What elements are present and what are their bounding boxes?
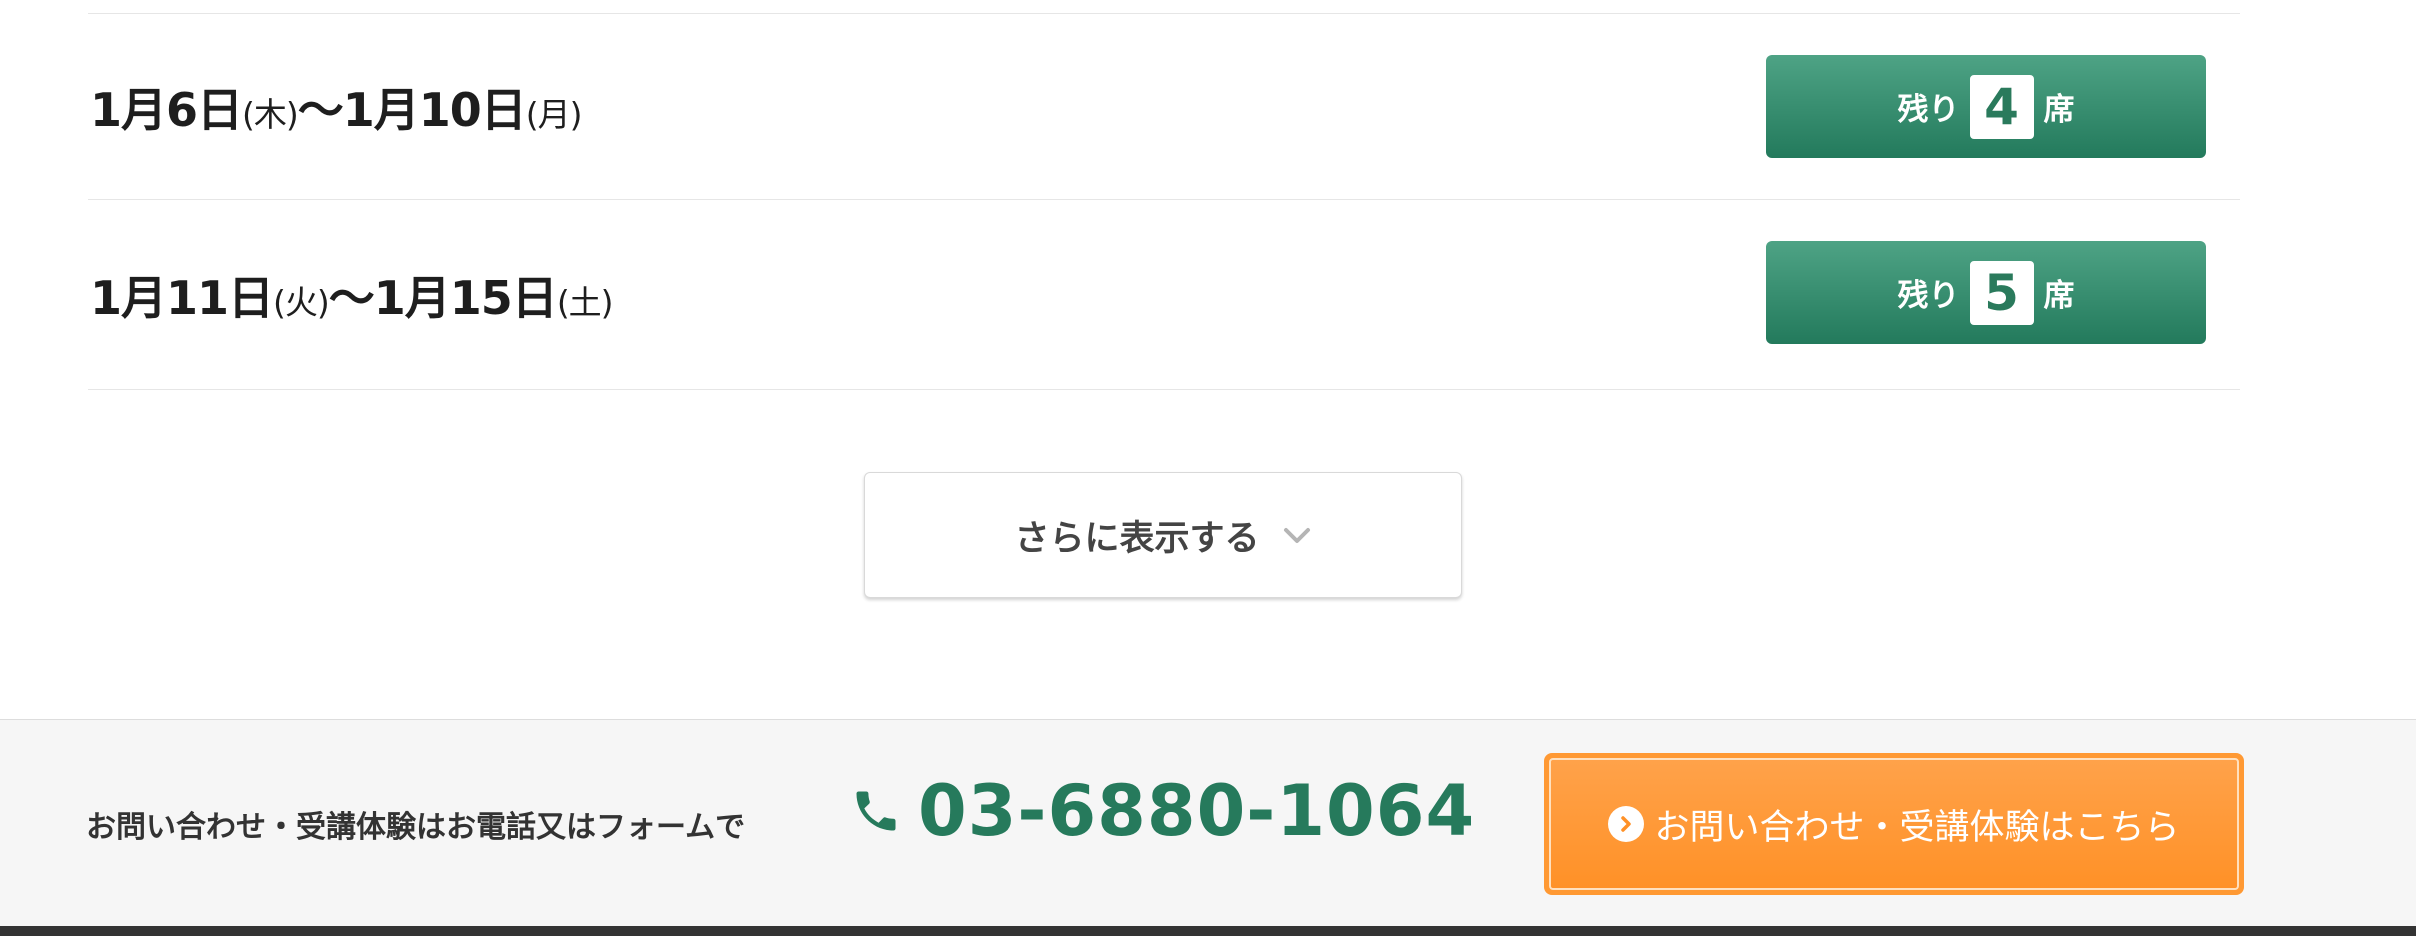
contact-form-label: お問い合わせ・受講体験はこちら [1654, 807, 2180, 848]
day-of-week-start: (木) [242, 94, 299, 134]
schedule-list: 1月6日(木)〜1月10日(月) 残り 4 席 1月11日(火)〜1月15日(土… [88, 0, 2240, 390]
day-of-week-end: (月) [525, 94, 583, 134]
day-of-week-end: (土) [556, 282, 614, 322]
day-of-week-start: (火) [273, 282, 330, 322]
top-divider [88, 0, 2240, 14]
schedule-date: 1月11日(火)〜1月15日(土) [90, 262, 614, 328]
contact-form-button[interactable]: お問い合わせ・受講体験はこちら [1544, 753, 2244, 895]
schedule-row: 1月6日(木)〜1月10日(月) 残り 4 席 [88, 14, 2240, 200]
contact-footer: お問い合わせ・受講体験はお電話又はフォームで 03-6880-1064 お問い合… [0, 719, 2416, 926]
contact-form-button-inner: お問い合わせ・受講体験はこちら [1549, 758, 2239, 890]
date-separator: 〜 [297, 82, 344, 137]
date-start: 1月6日 [90, 82, 243, 137]
remaining-seats-button[interactable]: 残り 5 席 [1766, 241, 2206, 344]
date-end: 1月10日 [342, 82, 527, 137]
chevron-right-circle-icon [1608, 806, 1645, 842]
chevron-down-icon [1283, 528, 1310, 543]
date-end: 1月15日 [373, 270, 558, 325]
schedule-date: 1月6日(木)〜1月10日(月) [90, 74, 583, 140]
remaining-seats-button[interactable]: 残り 4 席 [1766, 55, 2206, 158]
show-more-button[interactable]: さらに表示する [864, 472, 1462, 598]
remaining-count: 5 [1969, 260, 2034, 325]
contact-text: お問い合わせ・受講体験はお電話又はフォームで [86, 810, 746, 845]
remaining-prefix: 残り [1897, 92, 1960, 128]
phone-link[interactable]: 03-6880-1064 [850, 770, 1475, 852]
page-bottom-bar [0, 926, 2416, 936]
show-more-label: さらに表示する [1014, 518, 1260, 559]
remaining-prefix: 残り [1897, 278, 1960, 314]
remaining-suffix: 席 [2043, 278, 2075, 314]
remaining-count: 4 [1969, 74, 2034, 139]
date-separator: 〜 [328, 270, 375, 325]
date-start: 1月11日 [90, 270, 274, 325]
phone-number: 03-6880-1064 [918, 770, 1476, 852]
schedule-row: 1月11日(火)〜1月15日(土) 残り 5 席 [88, 200, 2240, 390]
remaining-suffix: 席 [2043, 92, 2075, 128]
phone-icon [856, 791, 896, 831]
